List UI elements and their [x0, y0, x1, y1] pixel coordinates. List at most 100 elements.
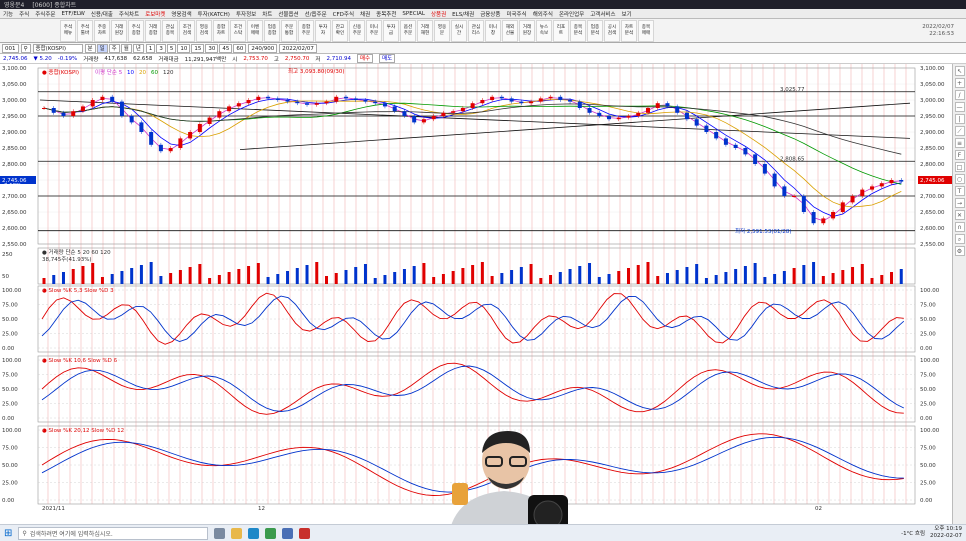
toolbar-button-21[interactable]: 거래 재현: [417, 19, 433, 42]
minute-button-1[interactable]: 3: [156, 43, 166, 53]
date-field[interactable]: 2022/02/07: [279, 43, 317, 53]
menu-item-17[interactable]: 상품권: [431, 10, 446, 18]
weather-status[interactable]: -1°C 흐림: [901, 529, 925, 537]
line-icon[interactable]: /: [954, 90, 965, 100]
menu-item-2[interactable]: 주식주문: [35, 10, 55, 18]
toolbar-button-30[interactable]: 종목 분석: [570, 19, 586, 42]
menu-item-14[interactable]: 채권: [360, 10, 370, 18]
toolbar-button-34[interactable]: 종목 매매: [638, 19, 654, 42]
edge-browser-icon[interactable]: [248, 527, 260, 539]
toolbar-button-13[interactable]: 주문 통합: [281, 19, 297, 42]
text-icon[interactable]: T: [954, 186, 965, 196]
toolbar-button-28[interactable]: 뉴스 속보: [536, 19, 552, 42]
menu-item-16[interactable]: SPECIAL: [402, 11, 425, 17]
count-field[interactable]: 240/900: [248, 43, 278, 53]
circle-icon[interactable]: ○: [954, 174, 965, 184]
toolbar-button-18[interactable]: 미니 주문: [366, 19, 382, 42]
taskbar-search-box[interactable]: ⚲ 검색하려면 여기에 입력하십시오.: [18, 526, 209, 540]
menu-item-23[interactable]: 고객서비스: [590, 10, 615, 18]
menu-item-12[interactable]: 선/옵주문: [305, 10, 327, 18]
menu-item-10[interactable]: 차트: [262, 10, 272, 18]
toolbar-button-12[interactable]: 업종 종합: [264, 19, 280, 42]
sell-button[interactable]: 매도: [379, 54, 396, 63]
toolbar-button-31[interactable]: 업종 분석: [587, 19, 603, 42]
windows-start-icon[interactable]: ⊞: [4, 528, 12, 539]
crosshair-icon[interactable]: +: [954, 78, 965, 88]
toolbar-button-0[interactable]: 주석 메뉴: [60, 19, 76, 42]
toolbar-button-10[interactable]: 조건 스탁: [230, 19, 246, 42]
code-input[interactable]: 001: [2, 43, 19, 53]
magnet-icon[interactable]: ∩: [954, 222, 965, 232]
menu-item-11[interactable]: 선물옵션: [278, 10, 298, 18]
toolbar-button-15[interactable]: 투자 자: [315, 19, 331, 42]
chrome-icon[interactable]: [265, 527, 277, 539]
toolbar-button-14[interactable]: 종합 주문: [298, 19, 314, 42]
menu-item-18[interactable]: ELS/채권: [452, 10, 474, 18]
menu-item-19[interactable]: 금융상품: [480, 10, 500, 18]
toolbar-button-17[interactable]: 신용 주문: [349, 19, 365, 42]
menu-item-3[interactable]: ETF/ELW: [62, 11, 85, 17]
toolbar-button-4[interactable]: 주식 종합: [128, 19, 144, 42]
menu-item-6[interactable]: 로보마켓: [145, 10, 165, 18]
minute-button-3[interactable]: 10: [177, 43, 191, 53]
zoom-icon[interactable]: ⌕: [954, 234, 965, 244]
rect-icon[interactable]: □: [954, 162, 965, 172]
menu-item-22[interactable]: 온라인업무: [559, 10, 584, 18]
period-button-3[interactable]: 월: [120, 43, 132, 53]
menu-item-13[interactable]: CFD주식: [333, 10, 354, 18]
toolbar-button-5[interactable]: 거래 종합: [145, 19, 161, 42]
period-button-0[interactable]: 분: [84, 43, 96, 53]
minute-button-0[interactable]: 1: [145, 43, 156, 53]
toolbar-button-32[interactable]: 공시 검색: [604, 19, 620, 42]
search-icon[interactable]: ⚲: [20, 43, 31, 53]
menu-item-4[interactable]: 신용/대출: [91, 10, 113, 18]
trading-app-icon[interactable]: [299, 527, 311, 539]
trend-icon[interactable]: ⟋: [954, 126, 965, 136]
toolbar-button-27[interactable]: 거래 원장: [519, 19, 535, 42]
minute-button-5[interactable]: 30: [205, 43, 219, 53]
toolbar-button-2[interactable]: 주중 차트: [94, 19, 110, 42]
toolbar-button-26[interactable]: 해외 선물: [502, 19, 518, 42]
period-button-1[interactable]: 일: [96, 43, 108, 53]
cursor-icon[interactable]: ↖: [954, 66, 965, 76]
taskbar-clock[interactable]: 오후 10:19 2022-02-07: [930, 526, 962, 539]
menu-item-21[interactable]: 해외주식: [533, 10, 553, 18]
menu-item-15[interactable]: 종목추천: [376, 10, 396, 18]
file-explorer-icon[interactable]: [231, 527, 243, 539]
minute-button-2[interactable]: 5: [166, 43, 177, 53]
menu-item-5[interactable]: 주식차트: [119, 10, 139, 18]
menu-item-7[interactable]: 영웅검색: [171, 10, 191, 18]
toolbar-button-7[interactable]: 조건 검색: [179, 19, 195, 42]
toolbar-button-25[interactable]: 미니 창: [485, 19, 501, 42]
menu-item-24[interactable]: 보기: [622, 10, 632, 18]
toolbar-button-1[interactable]: 주석 툴바: [77, 19, 93, 42]
toolbar-button-33[interactable]: 차트 분석: [621, 19, 637, 42]
delete-icon[interactable]: ✕: [954, 210, 965, 220]
period-button-4[interactable]: 년: [132, 43, 144, 53]
vline-icon[interactable]: |: [954, 114, 965, 124]
toolbar-button-6[interactable]: 관심 종목: [162, 19, 178, 42]
toolbar-button-20[interactable]: 옵션 주문: [400, 19, 416, 42]
buy-button[interactable]: 매수: [356, 54, 374, 63]
menu-item-1[interactable]: 주식: [19, 10, 29, 18]
minute-button-4[interactable]: 15: [191, 43, 205, 53]
hline-icon[interactable]: —: [954, 102, 965, 112]
menu-item-8[interactable]: 투자(KATCH): [198, 10, 230, 18]
channel-icon[interactable]: ≡: [954, 138, 965, 148]
arrow-icon[interactable]: →: [954, 198, 965, 208]
toolbar-button-19[interactable]: 투자 금: [383, 19, 399, 42]
menu-item-20[interactable]: 미국주식: [506, 10, 526, 18]
store-icon[interactable]: [282, 527, 294, 539]
minute-button-6[interactable]: 45: [219, 43, 233, 53]
menu-item-0[interactable]: 기능: [3, 10, 13, 18]
fib-icon[interactable]: F: [954, 150, 965, 160]
toolbar-button-9[interactable]: 종합 차트: [213, 19, 229, 42]
task-view-icon[interactable]: [214, 527, 226, 539]
toolbar-button-22[interactable]: 영웅 문: [434, 19, 450, 42]
toolbar-button-29[interactable]: 리포 트: [553, 19, 569, 42]
period-button-2[interactable]: 주: [108, 43, 120, 53]
menu-item-9[interactable]: 투자정보: [236, 10, 256, 18]
index-name[interactable]: 종합(KOSPI): [32, 43, 83, 53]
toolbar-button-8[interactable]: 영웅 검색: [196, 19, 212, 42]
minute-button-7[interactable]: 60: [233, 43, 247, 53]
